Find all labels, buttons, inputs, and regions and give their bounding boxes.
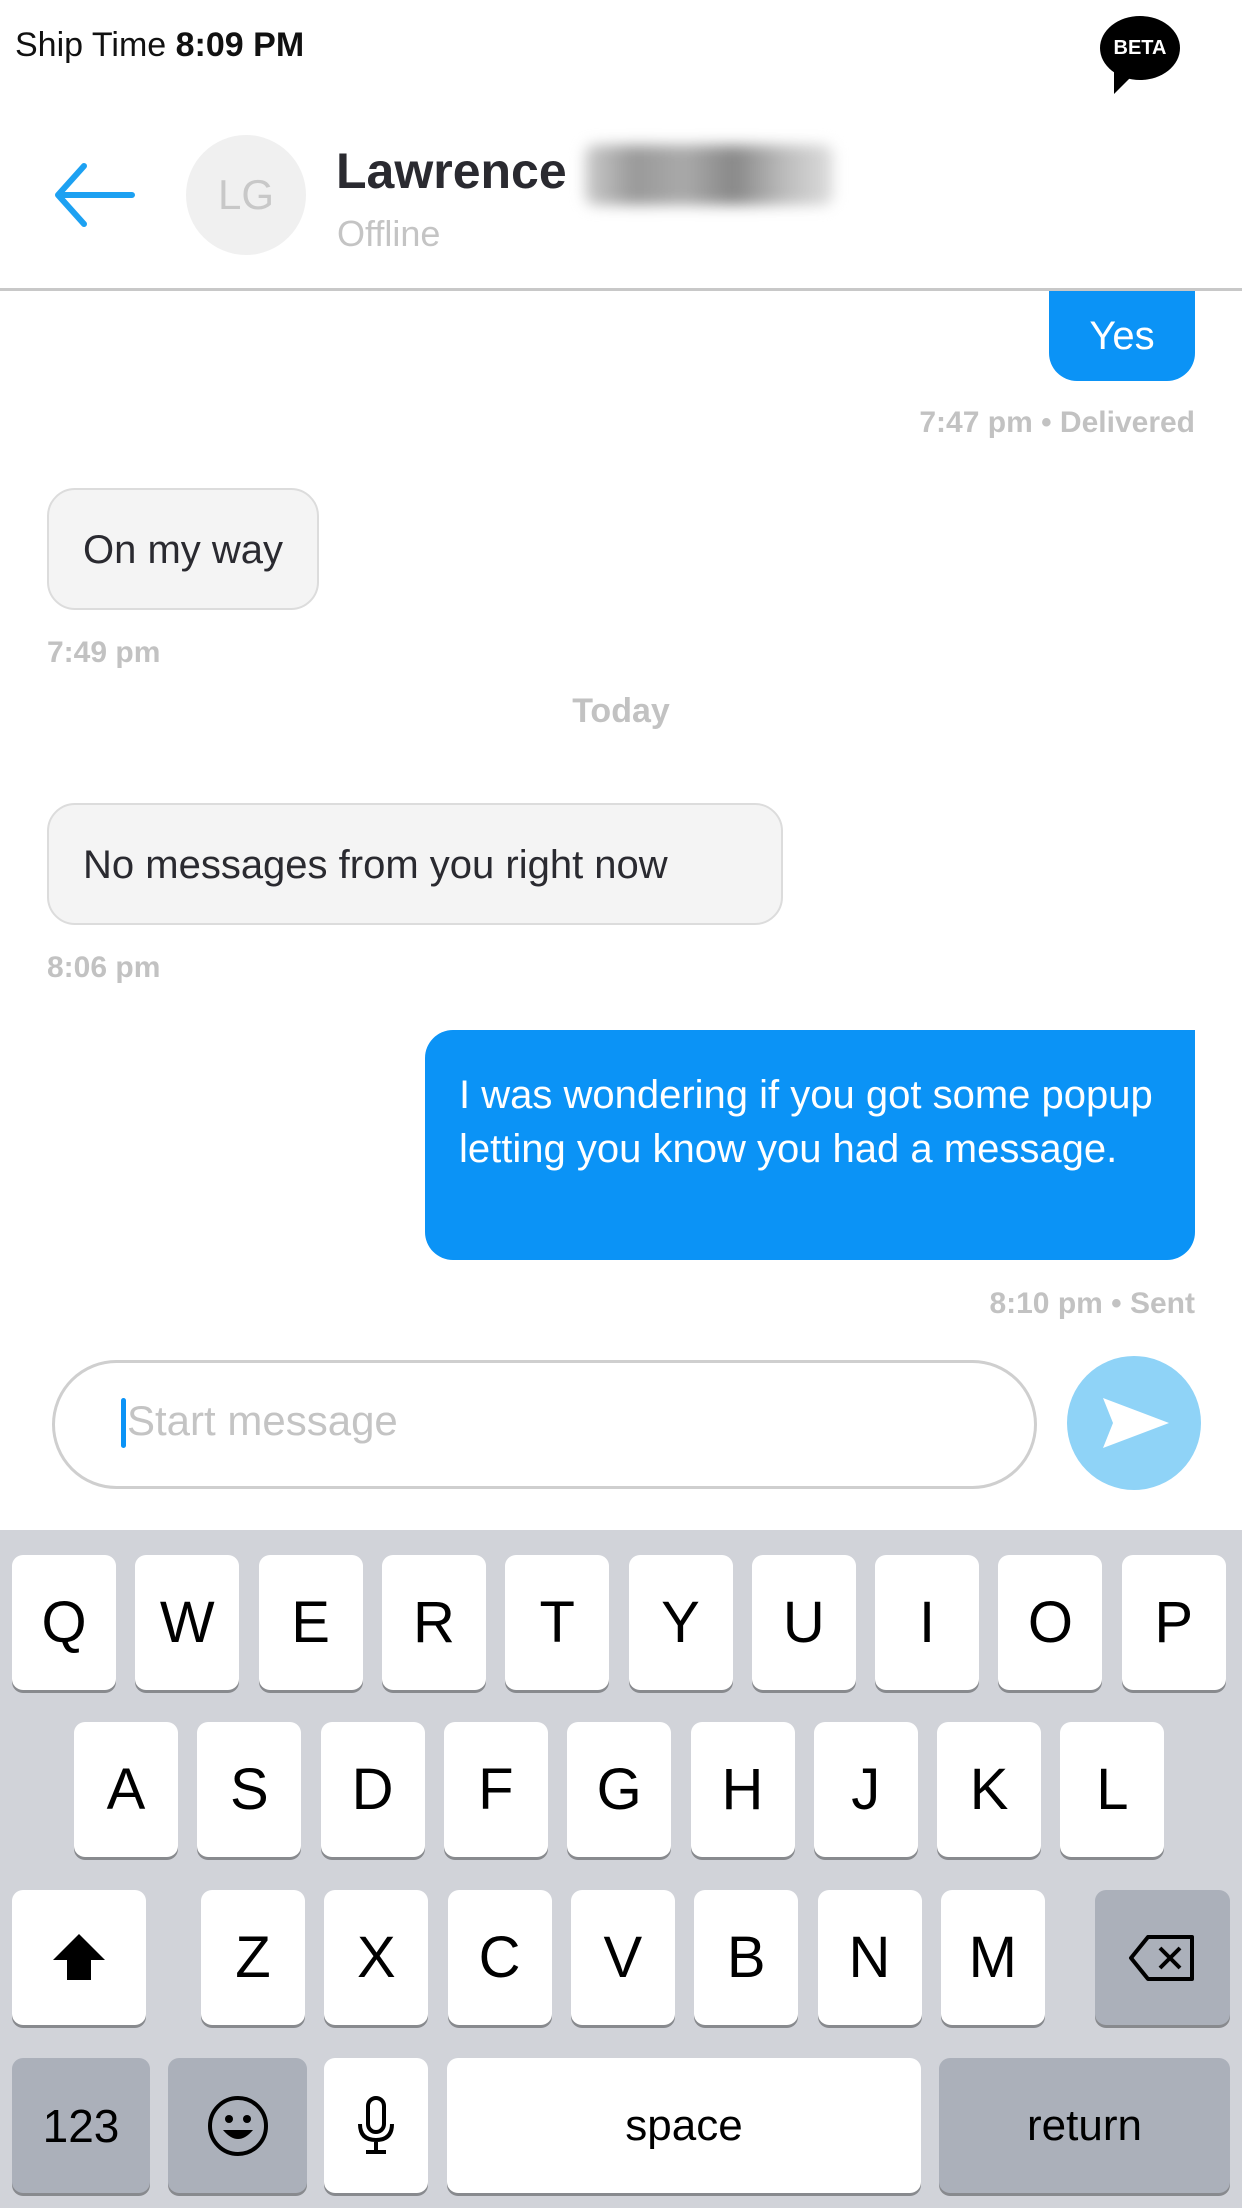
ship-time-label: Ship Time: [15, 26, 167, 64]
key-c[interactable]: C: [447, 1890, 552, 2025]
back-arrow-icon[interactable]: [52, 160, 138, 230]
key-z[interactable]: Z: [201, 1890, 305, 2025]
message-placeholder: Start message: [127, 1397, 398, 1444]
key-t[interactable]: T: [505, 1555, 610, 1690]
emoji-key[interactable]: [168, 2058, 307, 2193]
shift-key[interactable]: [12, 1890, 146, 2025]
space-key[interactable]: space: [447, 2058, 921, 2193]
microphone-icon: [358, 2095, 394, 2154]
status-bar-time: Ship Time 8:09 PM: [15, 26, 304, 65]
key-r[interactable]: R: [381, 1555, 486, 1690]
message-input[interactable]: Start message: [52, 1360, 1037, 1489]
key-m[interactable]: M: [940, 1890, 1045, 2025]
message-bubble-out[interactable]: Yes: [1049, 291, 1195, 381]
key-b[interactable]: B: [694, 1890, 799, 2025]
key-v[interactable]: V: [570, 1890, 675, 2025]
key-p[interactable]: P: [1121, 1555, 1226, 1690]
avatar[interactable]: LG: [186, 135, 306, 255]
message-bubble-in[interactable]: On my way: [47, 488, 320, 610]
key-g[interactable]: G: [567, 1722, 672, 1857]
dictation-key[interactable]: [324, 2058, 428, 2193]
key-w[interactable]: W: [135, 1555, 240, 1690]
key-l[interactable]: L: [1060, 1722, 1165, 1857]
key-j[interactable]: J: [813, 1722, 918, 1857]
key-s[interactable]: S: [197, 1722, 302, 1857]
ship-time-value: 8:09 PM: [175, 26, 305, 64]
key-i[interactable]: I: [875, 1555, 980, 1690]
key-o[interactable]: O: [998, 1555, 1103, 1690]
key-k[interactable]: K: [937, 1722, 1042, 1857]
key-e[interactable]: E: [258, 1555, 363, 1690]
redacted-surname: [585, 145, 833, 205]
emoji-icon: [207, 2095, 268, 2156]
key-f[interactable]: F: [443, 1722, 548, 1857]
contact-name: Lawrence: [336, 143, 567, 199]
message-meta: 7:49 pm: [47, 636, 161, 669]
shift-icon: [53, 1933, 105, 1980]
delete-key[interactable]: [1095, 1890, 1230, 2025]
contact-status: Offline: [337, 213, 441, 254]
text-caret: [121, 1398, 126, 1448]
message-meta: 8:10 pm • Sent: [989, 1287, 1195, 1320]
date-separator: Today: [572, 692, 670, 730]
return-key[interactable]: return: [939, 2058, 1230, 2193]
send-icon: [1103, 1398, 1169, 1448]
backspace-icon: [1128, 1934, 1194, 1981]
message-bubble-out[interactable]: I was wondering if you got some popup le…: [425, 1030, 1195, 1260]
message-meta: 7:47 pm • Delivered: [919, 406, 1195, 439]
message-meta: 8:06 pm: [47, 951, 161, 984]
message-bubble-in[interactable]: No messages from you right now: [47, 803, 783, 925]
send-button[interactable]: [1067, 1356, 1201, 1490]
key-d[interactable]: D: [320, 1722, 425, 1857]
numbers-key[interactable]: 123: [12, 2058, 150, 2193]
key-y[interactable]: Y: [628, 1555, 733, 1690]
key-x[interactable]: X: [324, 1890, 429, 2025]
key-a[interactable]: A: [74, 1722, 178, 1857]
beta-badge: BETA: [1100, 16, 1180, 94]
key-h[interactable]: H: [690, 1722, 795, 1857]
key-n[interactable]: N: [817, 1890, 922, 2025]
key-u[interactable]: U: [751, 1555, 856, 1690]
key-q[interactable]: Q: [12, 1555, 116, 1690]
